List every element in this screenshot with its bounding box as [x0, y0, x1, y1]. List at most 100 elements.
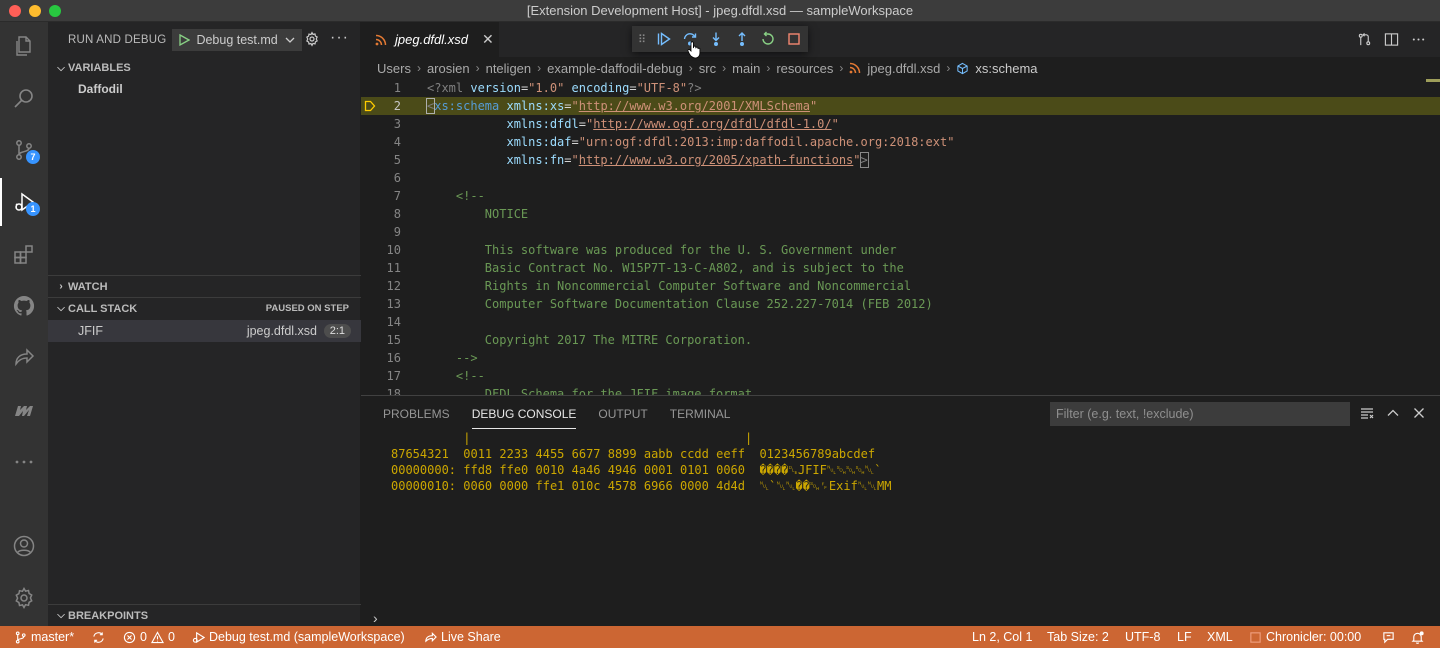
maximize-window-button[interactable] [49, 5, 61, 17]
code-line[interactable]: 1 <?xml version="1.0" encoding="UTF-8"?> [361, 79, 1440, 97]
code-line[interactable]: 15 Copyright 2017 The MITRE Corporation. [361, 331, 1440, 349]
start-debug-icon[interactable] [178, 33, 191, 46]
account-icon[interactable] [0, 522, 48, 570]
explorer-icon[interactable] [0, 22, 48, 70]
close-icon[interactable]: ✕ [482, 31, 494, 48]
run-debug-icon[interactable]: 1 [0, 178, 48, 226]
code-line[interactable]: 11 Basic Contract No. W15P7T-13-C-A802, … [361, 259, 1440, 277]
sync-status[interactable] [92, 626, 105, 648]
code-line[interactable]: 5 xmlns:fn="http://www.w3.org/2005/xpath… [361, 151, 1440, 169]
xml-file-icon [375, 34, 387, 45]
language-status[interactable]: XML [1207, 626, 1233, 648]
breadcrumb-item[interactable]: xs:schema [975, 61, 1037, 76]
debug-session-status[interactable]: Debug test.md (sampleWorkspace) [192, 626, 405, 648]
breadcrumb-item[interactable]: example-daffodil-debug [547, 61, 683, 76]
breadcrumb-item[interactable]: arosien [427, 61, 470, 76]
breadcrumb-item[interactable]: Users [377, 61, 411, 76]
code-line[interactable]: 6 [361, 169, 1440, 187]
breakpoints-section-header[interactable]: ⌵ BREAKPOINTS [48, 604, 361, 626]
code-line[interactable]: 14 [361, 313, 1440, 331]
editor-tabs: jpeg.dfdl.xsd ✕ [361, 22, 1440, 57]
tab-size-status[interactable]: Tab Size: 2 [1047, 626, 1109, 648]
code-line[interactable]: 2 <xs:schema xmlns:xs="http://www.w3.org/… [361, 97, 1440, 115]
symbol-element-icon [957, 62, 969, 74]
open-changes-icon[interactable] [1357, 32, 1372, 47]
stack-frame-row[interactable]: JFIF jpeg.dfdl.xsd 2:1 [48, 320, 361, 342]
debug-config-select[interactable]: Debug test.md [172, 28, 302, 51]
continue-button[interactable] [654, 29, 674, 49]
problems-status[interactable]: 0 0 [123, 626, 175, 648]
code-token: xs:schema [434, 99, 500, 113]
sidebar-more-icon[interactable]: ··· [330, 29, 349, 47]
breadcrumb-item[interactable]: resources [776, 61, 833, 76]
git-branch-status[interactable]: master* [14, 626, 74, 648]
notifications-status[interactable] [1411, 626, 1424, 648]
breadcrumb-item[interactable]: jpeg.dfdl.xsd [867, 61, 940, 76]
cursor-position-status[interactable]: Ln 2, Col 1 [972, 626, 1032, 648]
close-panel-icon[interactable] [1412, 406, 1426, 420]
code-line[interactable]: 18 DFDL Schema for the JFIF image format [361, 385, 1440, 395]
maximize-panel-icon[interactable] [1386, 406, 1400, 420]
minimize-window-button[interactable] [29, 5, 41, 17]
code-token: Rights in Noncommercial Computer Softwar… [427, 279, 912, 293]
console-prompt[interactable]: › [373, 610, 378, 626]
breadcrumb-item[interactable]: nteligen [486, 61, 532, 76]
step-out-button[interactable] [732, 29, 752, 49]
editor-more-icon[interactable] [1411, 32, 1426, 47]
callstack-status: PAUSED ON STEP [265, 303, 349, 314]
line-number: 10 [386, 243, 401, 257]
code-editor[interactable]: 1 <?xml version="1.0" encoding="UTF-8"?> 2… [361, 79, 1440, 395]
chronicler-status[interactable]: Chronicler: 00:00 [1249, 626, 1361, 648]
code-line[interactable]: 8 NOTICE [361, 205, 1440, 223]
encoding-status[interactable]: UTF-8 [1125, 626, 1160, 648]
variables-section-header[interactable]: ⌵ VARIABLES [48, 57, 361, 79]
tab-jpeg-dfdl-xsd[interactable]: jpeg.dfdl.xsd ✕ [361, 22, 499, 57]
stop-button[interactable] [784, 29, 804, 49]
console-filter-input[interactable] [1050, 402, 1350, 426]
panel-tab-problems[interactable]: PROBLEMS [383, 396, 450, 431]
code-line[interactable]: 12 Rights in Noncommercial Computer Soft… [361, 277, 1440, 295]
panel-tab-output[interactable]: OUTPUT [598, 396, 647, 431]
breadcrumb-item[interactable]: src [699, 61, 716, 76]
code-line[interactable]: 17 <!-- [361, 367, 1440, 385]
live-share-status[interactable]: Live Share [424, 626, 501, 648]
panel-tab-debug-console[interactable]: DEBUG CONSOLE [471, 396, 576, 431]
breadcrumb-separator: › [416, 61, 421, 75]
code-token: xmlns:dfdl [427, 117, 579, 131]
split-editor-icon[interactable] [1384, 32, 1399, 47]
step-into-button[interactable] [706, 29, 726, 49]
code-line[interactable]: 10 This software was produced for the U.… [361, 241, 1440, 259]
panel-tab-terminal[interactable]: TERMINAL [670, 396, 731, 431]
watch-section-header[interactable]: › WATCH [48, 275, 361, 297]
code-token: " [571, 99, 579, 113]
eol-status[interactable]: LF [1177, 626, 1192, 648]
line-text: <xs:schema xmlns:xs="http://www.w3.org/2… [425, 97, 817, 115]
manage-gear-icon[interactable] [0, 574, 48, 622]
code-token: xmlns:xs [499, 99, 565, 113]
code-token: "1.0" [528, 81, 565, 95]
chevron-right-icon: › [59, 281, 63, 292]
close-window-button[interactable] [9, 5, 21, 17]
code-line[interactable]: 13 Computer Software Documentation Claus… [361, 295, 1440, 313]
line-number: 5 [393, 153, 401, 167]
search-icon[interactable] [0, 74, 48, 122]
launch-config-gear-icon[interactable] [304, 31, 320, 47]
more-icon[interactable] [0, 438, 48, 486]
breadcrumb-item[interactable]: main [732, 61, 760, 76]
code-line[interactable]: 4 xmlns:daf="urn:ogf:dfdl:2013:imp:daffo… [361, 133, 1440, 151]
callstack-section-header[interactable]: ⌵ CALL STACK PAUSED ON STEP [48, 297, 361, 319]
feedback-status[interactable] [1382, 626, 1395, 648]
extensions-icon[interactable] [0, 230, 48, 278]
code-line[interactable]: 7 <!-- [361, 187, 1440, 205]
code-line[interactable]: 16 --> [361, 349, 1440, 367]
clear-console-icon[interactable] [1360, 406, 1374, 420]
restart-button[interactable] [758, 29, 778, 49]
code-line[interactable]: 3 xmlns:dfdl= "http://www.ogf.org/dfdl/df… [361, 115, 1440, 133]
drag-handle-icon[interactable]: ⠿ [638, 33, 648, 46]
live-share-icon[interactable] [0, 334, 48, 382]
github-icon[interactable] [0, 282, 48, 330]
variables-scope[interactable]: Daffodil [78, 82, 123, 96]
marketplace-icon[interactable] [0, 386, 48, 434]
code-line[interactable]: 9 [361, 223, 1440, 241]
source-control-icon[interactable]: 7 [0, 126, 48, 174]
